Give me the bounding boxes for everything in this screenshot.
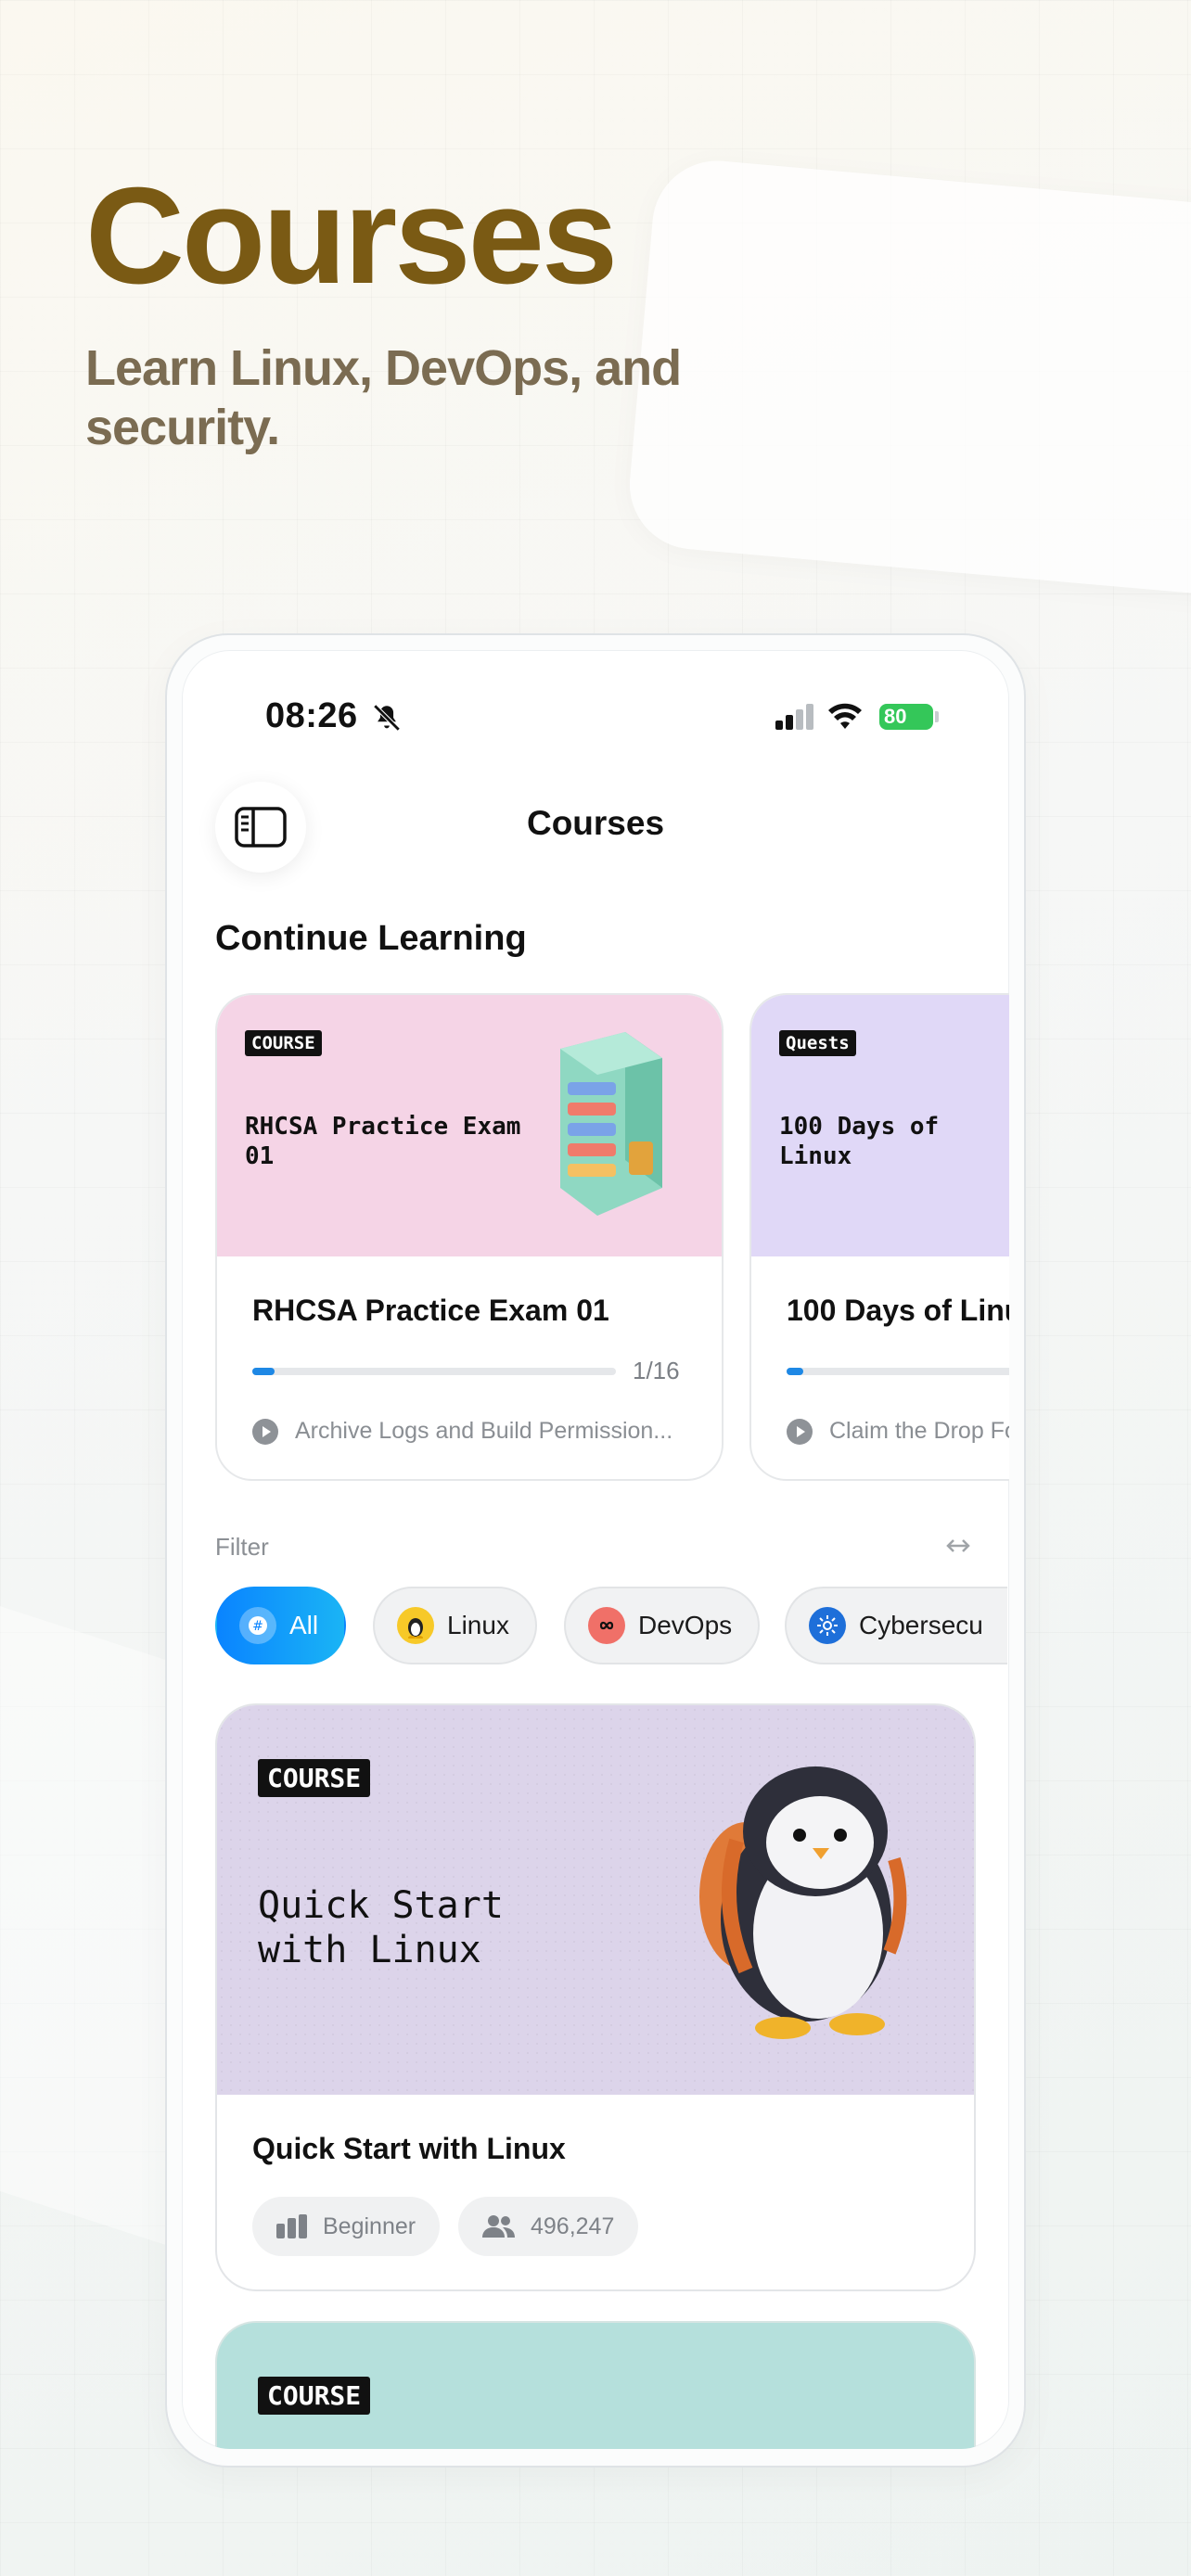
- filter-chip-devops[interactable]: DevOps: [564, 1587, 761, 1664]
- learners-count: 496,247: [531, 2213, 615, 2239]
- devops-icon: [588, 1607, 625, 1644]
- next-lesson[interactable]: Claim the Drop Fo: [787, 1418, 1009, 1445]
- status-time: 08:26: [265, 696, 358, 735]
- hero-subtitle: Learn Linux, DevOps, and security.: [85, 340, 682, 455]
- filter-chip-label: All: [289, 1611, 319, 1639]
- continue-card[interactable]: COURSE RHCSA Practice Exam 01 RHCSA Prac…: [215, 993, 724, 1481]
- filter-chip-cybersecurity[interactable]: Cybersecu: [785, 1587, 1007, 1664]
- progress-text: 1/16: [633, 1357, 680, 1384]
- filter-chip-label: Linux: [447, 1611, 509, 1639]
- progress-fill: [787, 1368, 803, 1375]
- thumbnail-title-line: with Linux: [258, 1929, 481, 1971]
- server-rack-illustration: [560, 1032, 662, 1216]
- battery-cap: [935, 711, 939, 722]
- phone-screen: 08:26 80 Courses Continue Learning COURS…: [182, 650, 1009, 2449]
- penguin-mascot-illustration: [699, 1766, 907, 2039]
- bell-slash-icon: [373, 704, 401, 732]
- course-card[interactable]: COURSE Quick Start with Linux Quick Star…: [215, 1703, 976, 2291]
- progress-bar: [252, 1368, 616, 1375]
- learners-badge: 496,247: [458, 2197, 639, 2256]
- linux-penguin-icon: [397, 1607, 434, 1644]
- hero-title: Courses: [85, 159, 618, 312]
- filter-chip-label: DevOps: [638, 1611, 733, 1639]
- continue-learning-heading: Continue Learning: [215, 919, 527, 958]
- play-icon: [252, 1418, 278, 1445]
- all-icon: #: [239, 1607, 276, 1644]
- filter-label: Filter: [215, 1533, 269, 1561]
- course-title: 100 Days of Linux: [787, 1294, 1009, 1327]
- svg-text:#: #: [252, 1619, 263, 1634]
- level-label: Beginner: [323, 2213, 416, 2239]
- progress-bar: [787, 1368, 1009, 1375]
- level-badge: Beginner: [252, 2197, 441, 2256]
- thumbnail-title: Quick Start with Linux: [258, 1883, 504, 1972]
- progress-fill: [252, 1368, 275, 1375]
- course-thumbnail: COURSE RHCSA Practice Exam 01: [217, 995, 722, 1256]
- wifi-icon: [828, 703, 862, 729]
- continue-card[interactable]: Quests 100 Days of Linux 100 Days of Lin…: [749, 993, 1009, 1481]
- battery-indicator: 80: [879, 704, 933, 730]
- course-tag: COURSE: [258, 1759, 371, 1797]
- course-tag: COURSE: [245, 1030, 322, 1056]
- course-card[interactable]: COURSE: [215, 2321, 976, 2449]
- course-tag: Quests: [779, 1030, 856, 1056]
- course-tag: COURSE: [258, 2377, 371, 2415]
- play-icon: [787, 1418, 813, 1445]
- cybersecurity-icon: [809, 1607, 846, 1644]
- next-lesson[interactable]: Archive Logs and Build Permission...: [252, 1418, 688, 1445]
- thumbnail-title-line: Quick Start: [258, 1884, 504, 1927]
- course-thumbnail: Quests 100 Days of Linux: [751, 995, 1009, 1256]
- thumbnail-title: 100 Days of Linux: [779, 1113, 940, 1170]
- course-title: RHCSA Practice Exam 01: [252, 1294, 609, 1327]
- cellular-signal-icon: [775, 704, 813, 730]
- people-icon: [482, 2215, 515, 2238]
- nav-title: Courses: [526, 804, 665, 842]
- level-bars-icon: [276, 2214, 307, 2238]
- thumbnail-title: RHCSA Practice Exam 01: [245, 1113, 521, 1170]
- filter-chip-label: Cybersecu: [859, 1611, 983, 1639]
- course-thumbnail: COURSE Quick Start with Linux: [217, 1705, 974, 2095]
- filter-chip-linux[interactable]: Linux: [373, 1587, 537, 1664]
- filter-chip-all[interactable]: # All: [215, 1587, 347, 1664]
- next-lesson-label: Claim the Drop Fo: [829, 1418, 1009, 1444]
- course-title: Quick Start with Linux: [252, 2132, 566, 2165]
- horizontal-scroll-icon: [946, 1539, 970, 1552]
- next-lesson-label: Archive Logs and Build Permission...: [295, 1418, 673, 1444]
